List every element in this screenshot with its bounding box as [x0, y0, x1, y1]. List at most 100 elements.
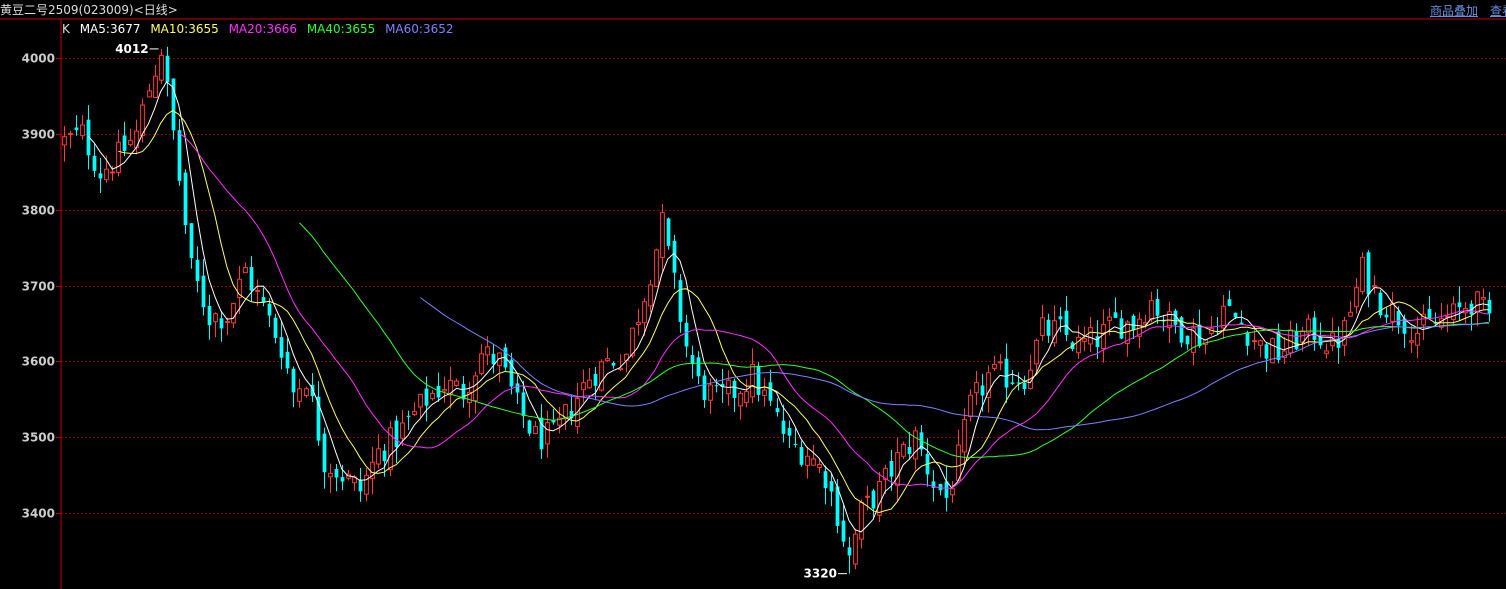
candle-body-157 — [1010, 382, 1015, 384]
candle-body-80 — [545, 422, 550, 445]
candle-body-169 — [1082, 338, 1087, 342]
candle-body-146 — [944, 481, 949, 498]
candle-body-0 — [62, 136, 67, 146]
ytick-label-3900: 3900 — [22, 128, 55, 142]
candle-body-236 — [1487, 299, 1492, 314]
candle-body-23 — [201, 275, 206, 308]
candle-body-111 — [732, 380, 737, 398]
candle-body-141 — [913, 430, 918, 460]
candle-body-194 — [1233, 312, 1238, 318]
candle-body-159 — [1022, 382, 1027, 389]
candle-body-207 — [1312, 317, 1317, 340]
candle-body-56 — [400, 422, 405, 439]
candle-body-166 — [1064, 310, 1069, 335]
candle-body-120 — [787, 428, 792, 436]
candle-body-130 — [847, 547, 852, 556]
candle-body-108 — [714, 385, 719, 387]
ytick-label-3800: 3800 — [22, 204, 55, 218]
candle-body-26 — [219, 318, 224, 329]
candle-body-101 — [672, 240, 677, 273]
candle-body-34 — [267, 303, 272, 316]
candle-body-121 — [793, 444, 798, 446]
candle-body-14 — [147, 90, 152, 98]
candle-body-220 — [1390, 302, 1395, 322]
candle-body-102 — [678, 280, 683, 322]
low-label: 3320 — [804, 567, 837, 581]
candle-body-131 — [853, 533, 858, 565]
candle-body-155 — [998, 361, 1003, 364]
ytick-label-3700: 3700 — [22, 280, 55, 294]
candle-body-226 — [1427, 309, 1432, 319]
candle-body-15 — [153, 75, 158, 98]
candle-body-95 — [636, 321, 641, 326]
candle-body-45 — [334, 469, 339, 478]
candle-body-114 — [750, 363, 755, 398]
candle-body-117 — [768, 382, 773, 401]
candle-body-129 — [841, 520, 846, 542]
candle-body-150 — [968, 394, 973, 418]
candle-body-196 — [1245, 332, 1250, 346]
candle-body-198 — [1258, 340, 1263, 346]
candle-body-192 — [1221, 305, 1226, 329]
candle-body-11 — [128, 139, 133, 146]
candle-body-234 — [1475, 291, 1480, 313]
candle-body-89 — [599, 361, 604, 391]
candle-body-40 — [304, 388, 309, 397]
candle-body-174 — [1113, 312, 1118, 318]
candle-body-112 — [738, 392, 743, 407]
candle-body-69 — [479, 353, 484, 374]
candle-body-74 — [509, 359, 514, 387]
candle-body-65 — [454, 380, 459, 386]
candle-body-197 — [1252, 340, 1257, 343]
candle-body-235 — [1481, 296, 1486, 300]
ma-line-ma60 — [419, 297, 1490, 431]
candle-body-218 — [1378, 292, 1383, 316]
candle-body-46 — [340, 477, 345, 482]
candle-body-70 — [485, 346, 490, 356]
candle-body-30 — [243, 267, 248, 274]
candle-body-212 — [1342, 320, 1347, 346]
candle-body-37 — [285, 351, 290, 369]
candle-body-63 — [442, 388, 447, 392]
candle-body-107 — [708, 384, 713, 401]
candlestick-chart[interactable]: 3400 3500 3600 3700 3800 3900 4000 4012 3320 — [0, 0, 1506, 589]
candle-body-138 — [895, 452, 900, 486]
candle-body-223 — [1409, 340, 1414, 343]
candle-body-97 — [648, 284, 653, 307]
candle-body-7 — [104, 168, 109, 181]
candle-body-115 — [756, 365, 761, 396]
candle-body-19 — [177, 130, 182, 181]
candle-body-165 — [1058, 316, 1063, 320]
ytick-label-4000: 4000 — [22, 52, 55, 66]
candle-body-39 — [297, 388, 302, 402]
candle-body-52 — [376, 448, 381, 465]
candle-body-22 — [195, 259, 200, 281]
candle-body-205 — [1300, 330, 1305, 343]
candle-body-100 — [666, 218, 671, 246]
candle-body-57 — [406, 415, 411, 417]
ytick-label-3400: 3400 — [22, 507, 55, 521]
candle-body-125 — [817, 464, 822, 469]
candle-body-222 — [1402, 318, 1407, 334]
candle-body-53 — [382, 450, 387, 462]
candle-body-156 — [1004, 358, 1009, 388]
candle-body-77 — [527, 420, 532, 434]
candle-body-61 — [430, 392, 435, 400]
ytick-label-3600: 3600 — [22, 355, 55, 369]
candle-body-214 — [1354, 287, 1359, 308]
candle-body-132 — [859, 502, 864, 540]
candle-body-172 — [1101, 324, 1106, 350]
candle-body-58 — [412, 410, 417, 416]
candle-body-2 — [74, 127, 79, 131]
candle-body-36 — [279, 337, 284, 358]
candle-body-62 — [436, 385, 441, 398]
candle-body-209 — [1324, 350, 1329, 355]
candle-body-96 — [642, 301, 647, 324]
candle-body-31 — [249, 267, 254, 291]
candle-body-116 — [762, 389, 767, 396]
candle-body-24 — [207, 306, 212, 326]
candle-body-113 — [744, 391, 749, 403]
candle-body-199 — [1264, 344, 1269, 359]
candle-body-163 — [1046, 319, 1051, 336]
candle-body-32 — [255, 289, 260, 292]
